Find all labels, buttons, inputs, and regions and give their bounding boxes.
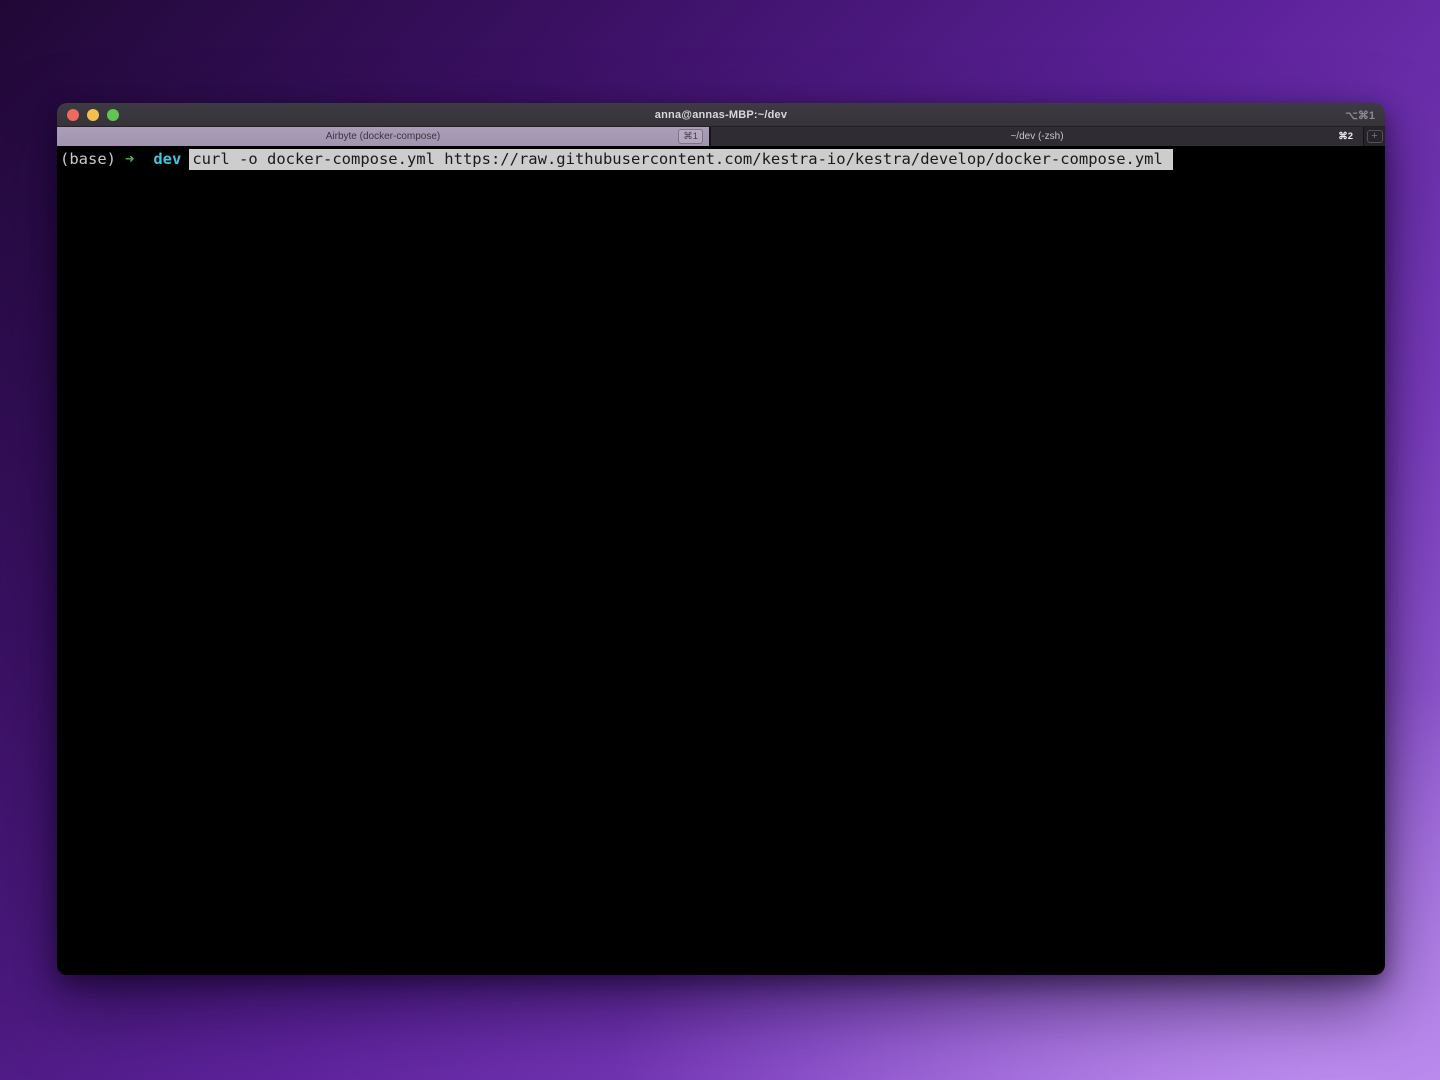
highlighted-command: curl -o docker-compose.yml https://raw.g… (189, 149, 1173, 170)
traffic-lights (57, 109, 119, 121)
window-title: anna@annas-MBP:~/dev (57, 109, 1385, 121)
terminal-window: anna@annas-MBP:~/dev ⌥⌘1 Airbyte (docker… (57, 103, 1385, 975)
title-bar[interactable]: anna@annas-MBP:~/dev ⌥⌘1 (57, 103, 1385, 127)
tab-bar: Airbyte (docker-compose) ⌘1 ~/dev (-zsh)… (57, 127, 1385, 146)
new-tab-button[interactable]: + (1363, 127, 1385, 146)
plus-icon: + (1367, 130, 1383, 143)
prompt-line: (base) ➜ dev curl -o docker-compose.yml htt… (60, 149, 1385, 170)
tab-shortcut-badge: ⌘1 (678, 129, 703, 144)
zoom-button[interactable] (107, 109, 119, 121)
close-button[interactable] (67, 109, 79, 121)
tab-dev-zsh[interactable]: ~/dev (-zsh) ⌘2 (709, 127, 1363, 146)
terminal-screen[interactable]: (base) ➜ dev curl -o docker-compose.yml htt… (57, 146, 1385, 975)
prompt-directory: dev (153, 150, 181, 168)
tab-airbyte-docker-compose[interactable]: Airbyte (docker-compose) ⌘1 (57, 127, 709, 146)
prompt-arrow: ➜ (125, 150, 134, 168)
tab-label: Airbyte (docker-compose) (326, 131, 440, 142)
window-shortcut-hint: ⌥⌘1 (1345, 103, 1375, 127)
tab-label: ~/dev (-zsh) (1010, 131, 1063, 142)
tab-shortcut-badge: ⌘2 (1334, 130, 1357, 143)
minimize-button[interactable] (87, 109, 99, 121)
conda-env-prefix: (base) (60, 150, 116, 168)
